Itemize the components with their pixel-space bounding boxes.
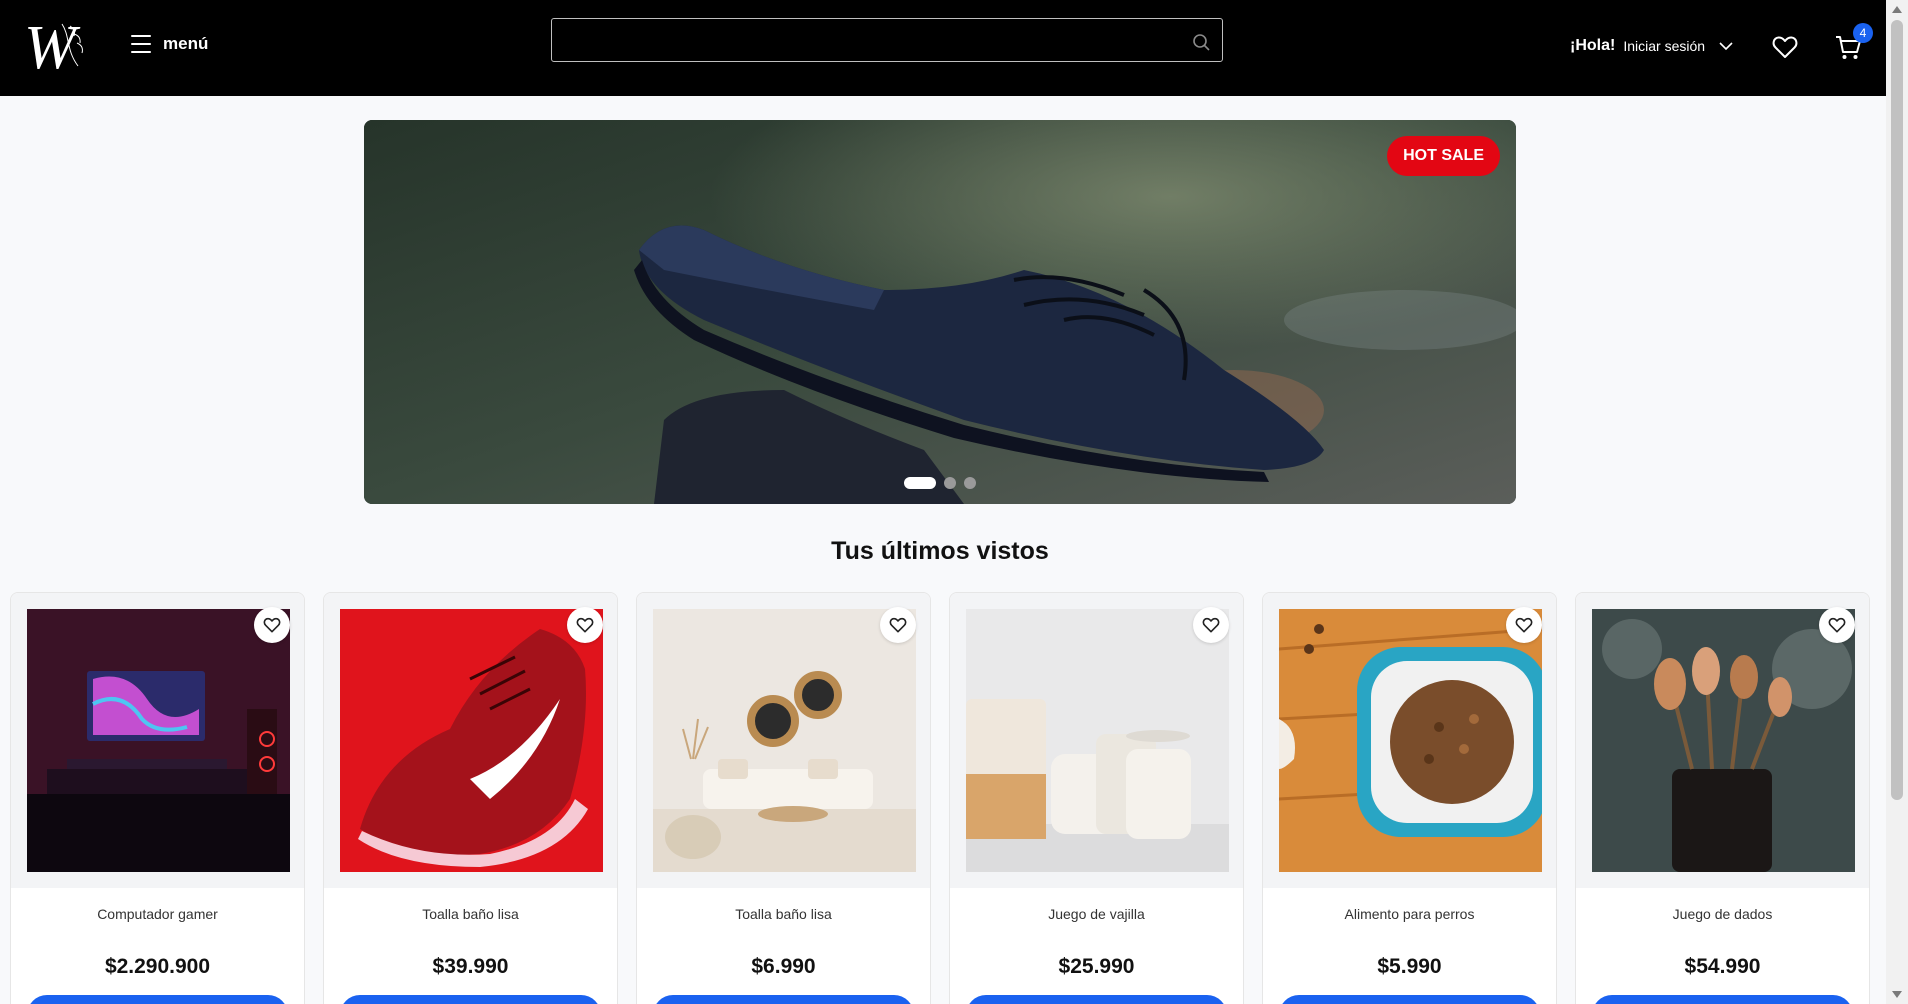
search-input[interactable] <box>552 19 1222 61</box>
product-price: $54.990 <box>1684 955 1761 978</box>
hot-sale-badge: HOT SALE <box>1387 136 1500 176</box>
product-card[interactable]: Toalla baño lisa $6.990 <box>636 592 931 1004</box>
product-card[interactable]: Computador gamer $2.290.900 <box>10 592 305 1004</box>
product-image-red-sneaker <box>340 609 603 872</box>
heart-icon <box>1828 617 1846 633</box>
product-name[interactable]: Toalla baño lisa <box>324 906 617 922</box>
svg-text:W: W <box>24 16 81 76</box>
search-icon[interactable] <box>1192 33 1210 51</box>
product-price: $6.990 <box>751 955 816 978</box>
product-price: $25.990 <box>1058 955 1135 978</box>
heart-icon <box>1515 617 1533 633</box>
add-to-cart-button[interactable] <box>340 995 601 1004</box>
add-to-cart-button[interactable] <box>27 995 288 1004</box>
product-name[interactable]: Computador gamer <box>11 906 304 922</box>
heart-icon <box>576 617 594 633</box>
account-dropdown[interactable]: ¡Hola! Iniciar sesión <box>1570 37 1733 55</box>
chevron-down-icon <box>1719 42 1733 51</box>
favorite-button[interactable] <box>880 607 916 643</box>
product-card[interactable]: Toalla baño lisa $39.990 <box>323 592 618 1004</box>
carousel-indicators <box>904 477 976 489</box>
product-name[interactable]: Juego de dados <box>1576 906 1869 922</box>
product-image-dog-food <box>1279 609 1542 872</box>
add-to-cart-button[interactable] <box>966 995 1227 1004</box>
product-image-dinnerware <box>966 609 1229 872</box>
heart-icon <box>263 617 281 633</box>
carousel-dot-2[interactable] <box>944 477 956 489</box>
top-header: W menú ¡Hola! Iniciar sesión 4 <box>0 0 1886 96</box>
product-image-living-room <box>653 609 916 872</box>
heart-icon <box>1202 617 1220 633</box>
favorite-button[interactable] <box>1193 607 1229 643</box>
greeting-text: ¡Hola! <box>1570 37 1616 54</box>
product-card[interactable]: Alimento para perros $5.990 <box>1262 592 1557 1004</box>
hero-carousel[interactable]: HOT SALE <box>364 120 1516 504</box>
heart-icon <box>889 617 907 633</box>
product-name[interactable]: Toalla baño lisa <box>637 906 930 922</box>
favorite-button[interactable] <box>1819 607 1855 643</box>
product-card[interactable]: Juego de vajilla $25.990 <box>949 592 1244 1004</box>
menu-label: menú <box>163 34 209 53</box>
carousel-dot-3[interactable] <box>964 477 976 489</box>
hamburger-icon <box>131 35 151 53</box>
add-to-cart-button[interactable] <box>1592 995 1853 1004</box>
search-bar <box>551 18 1223 62</box>
login-link[interactable]: Iniciar sesión <box>1623 38 1705 54</box>
favorite-button[interactable] <box>1506 607 1542 643</box>
scrollbar-thumb[interactable] <box>1891 20 1903 800</box>
add-to-cart-button[interactable] <box>653 995 914 1004</box>
product-price: $5.990 <box>1377 955 1442 978</box>
product-card[interactable]: Juego de dados $54.990 <box>1575 592 1870 1004</box>
section-title: Tus últimos vistos <box>831 537 1049 565</box>
favorite-button[interactable] <box>254 607 290 643</box>
brand-logo[interactable]: W <box>22 14 98 82</box>
product-image-gaming-pc <box>27 609 290 872</box>
product-price: $2.290.900 <box>104 955 211 978</box>
product-price: $39.990 <box>432 955 509 978</box>
scroll-up-arrow-icon[interactable] <box>1892 6 1902 13</box>
product-image-makeup-brushes <box>1592 609 1855 872</box>
menu-button[interactable]: menú <box>131 34 208 54</box>
favorite-button[interactable] <box>567 607 603 643</box>
product-name[interactable]: Juego de vajilla <box>950 906 1243 922</box>
product-name[interactable]: Alimento para perros <box>1263 906 1556 922</box>
page-scrollbar[interactable] <box>1886 0 1908 1004</box>
recently-viewed-list: Computador gamer $2.290.900 Toalla baño … <box>10 592 1870 1004</box>
add-to-cart-button[interactable] <box>1279 995 1540 1004</box>
carousel-dot-1[interactable] <box>904 477 936 489</box>
favorites-heart-icon[interactable] <box>1772 35 1798 59</box>
scroll-down-arrow-icon[interactable] <box>1892 991 1902 998</box>
hero-shoe-image <box>364 120 1516 504</box>
cart-count-badge: 4 <box>1853 23 1873 43</box>
